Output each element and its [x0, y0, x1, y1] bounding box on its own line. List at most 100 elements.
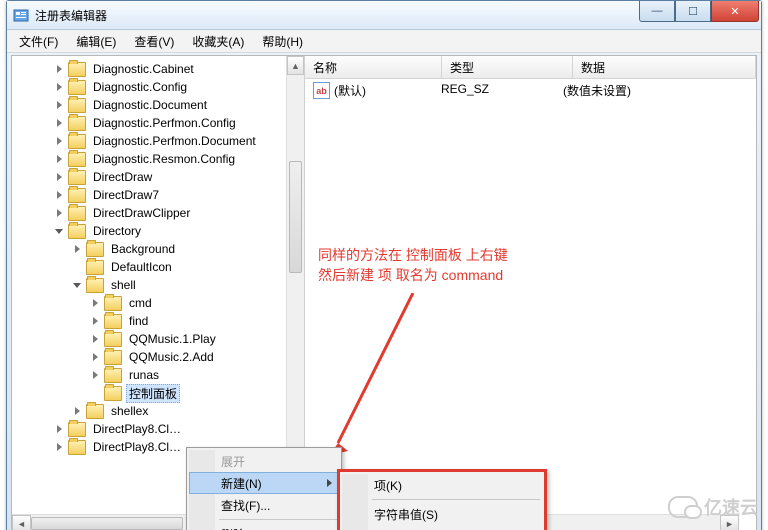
- tree-item[interactable]: DirectPlay8.Cl…: [12, 420, 304, 438]
- tree-label: QQMusic.2.Add: [126, 349, 217, 365]
- expand-toggle-icon[interactable]: [54, 172, 65, 183]
- tree-item[interactable]: 控制面板: [12, 384, 304, 402]
- tree-item[interactable]: DirectDraw7: [12, 186, 304, 204]
- watermark-icon: [668, 496, 698, 518]
- folder-icon: [68, 116, 86, 131]
- expand-toggle-icon[interactable]: [54, 100, 65, 111]
- value-data: (数值未设置): [555, 82, 756, 99]
- tree-label: Diagnostic.Perfmon.Config: [90, 115, 239, 131]
- tree-item[interactable]: Diagnostic.Config: [12, 78, 304, 96]
- scroll-left-icon[interactable]: ◄: [12, 515, 31, 530]
- tree-label: DirectDrawClipper: [90, 205, 193, 221]
- tree-label: QQMusic.1.Play: [126, 331, 219, 347]
- menu-help[interactable]: 帮助(H): [256, 31, 309, 52]
- folder-icon: [104, 386, 122, 401]
- tree-item[interactable]: Diagnostic.Document: [12, 96, 304, 114]
- tree-item[interactable]: Background: [12, 240, 304, 258]
- folder-icon: [104, 368, 122, 383]
- expand-toggle-icon[interactable]: [54, 82, 65, 93]
- minimize-button[interactable]: —: [639, 1, 675, 22]
- tree-item[interactable]: find: [12, 312, 304, 330]
- expand-toggle-icon[interactable]: [90, 316, 101, 327]
- app-icon: [13, 7, 29, 23]
- expand-toggle-icon[interactable]: [54, 118, 65, 129]
- submenu-string[interactable]: 字符串值(S): [342, 503, 542, 525]
- expand-toggle-icon[interactable]: [54, 424, 65, 435]
- tree-item[interactable]: QQMusic.1.Play: [12, 330, 304, 348]
- tree-item[interactable]: DirectDraw: [12, 168, 304, 186]
- menu-file[interactable]: 文件(F): [13, 31, 64, 52]
- tree-label: runas: [126, 367, 162, 383]
- folder-icon: [68, 98, 86, 113]
- expand-toggle-icon[interactable]: [72, 406, 83, 417]
- col-name[interactable]: 名称: [305, 56, 442, 78]
- menu-edit[interactable]: 编辑(E): [70, 31, 122, 52]
- tree-label: 控制面板: [126, 384, 180, 403]
- expand-toggle-icon[interactable]: [54, 208, 65, 219]
- expand-toggle-icon[interactable]: [54, 64, 65, 75]
- folder-icon: [68, 224, 86, 239]
- tree-label: Diagnostic.Cabinet: [90, 61, 197, 77]
- tree-item[interactable]: Directory: [12, 222, 304, 240]
- tree-item[interactable]: Diagnostic.Resmon.Config: [12, 150, 304, 168]
- expand-toggle-icon[interactable]: [54, 154, 65, 165]
- tree-item[interactable]: DirectDrawClipper: [12, 204, 304, 222]
- expand-toggle-icon[interactable]: [90, 334, 101, 345]
- tree-label: shellex: [108, 403, 151, 419]
- tree-label: DirectPlay8.Cl…: [90, 421, 184, 437]
- tree-item[interactable]: Diagnostic.Perfmon.Config: [12, 114, 304, 132]
- ctx-new[interactable]: 新建(N): [189, 472, 339, 494]
- scroll-up-icon[interactable]: ▲: [287, 56, 304, 75]
- tree-item[interactable]: shellex: [12, 402, 304, 420]
- list-row[interactable]: ab (默认) REG_SZ (数值未设置): [305, 79, 756, 102]
- context-menu: 展开 新建(N) 查找(F)... 删除(D) 重命名(R): [186, 447, 342, 530]
- spacer: [72, 262, 83, 273]
- folder-icon: [68, 440, 86, 455]
- ctx-expand[interactable]: 展开: [189, 450, 339, 472]
- tree-label: DirectPlay8.Cl…: [90, 439, 184, 455]
- submenu-key[interactable]: 项(K): [342, 474, 542, 496]
- scroll-thumb[interactable]: [31, 517, 183, 530]
- tree-label: shell: [108, 277, 139, 293]
- scroll-thumb[interactable]: [289, 161, 302, 273]
- folder-icon: [68, 62, 86, 77]
- tree-item[interactable]: cmd: [12, 294, 304, 312]
- expand-toggle-icon[interactable]: [54, 442, 65, 453]
- submenu-binary[interactable]: 二进制值(B): [342, 525, 542, 530]
- tree-item[interactable]: DefaultIcon: [12, 258, 304, 276]
- ctx-delete[interactable]: 删除(D): [189, 523, 339, 530]
- expand-toggle-icon[interactable]: [54, 190, 65, 201]
- folder-icon: [68, 188, 86, 203]
- folder-icon: [86, 260, 104, 275]
- tree-label: DirectDraw: [90, 169, 155, 185]
- menu-favorites[interactable]: 收藏夹(A): [186, 31, 250, 52]
- titlebar[interactable]: 注册表编辑器 — ☐ ✕: [7, 1, 761, 30]
- tree-item[interactable]: runas: [12, 366, 304, 384]
- maximize-button[interactable]: ☐: [675, 1, 711, 22]
- tree-label: cmd: [126, 295, 155, 311]
- folder-icon: [68, 206, 86, 221]
- close-button[interactable]: ✕: [711, 1, 759, 22]
- value-name: (默认): [334, 82, 366, 99]
- expand-toggle-icon[interactable]: [90, 352, 101, 363]
- expand-toggle-icon[interactable]: [72, 280, 83, 291]
- expand-toggle-icon[interactable]: [72, 244, 83, 255]
- list-header: 名称 类型 数据: [305, 56, 756, 79]
- col-data[interactable]: 数据: [573, 56, 756, 78]
- tree-label: Diagnostic.Document: [90, 97, 210, 113]
- expand-toggle-icon[interactable]: [90, 298, 101, 309]
- tree-item[interactable]: Diagnostic.Cabinet: [12, 60, 304, 78]
- expand-toggle-icon[interactable]: [54, 226, 65, 237]
- tree-item[interactable]: shell: [12, 276, 304, 294]
- tree-item[interactable]: QQMusic.2.Add: [12, 348, 304, 366]
- expand-toggle-icon[interactable]: [54, 136, 65, 147]
- col-type[interactable]: 类型: [442, 56, 573, 78]
- folder-icon: [86, 278, 104, 293]
- menu-view[interactable]: 查看(V): [128, 31, 180, 52]
- folder-icon: [104, 332, 122, 347]
- tree-label: Diagnostic.Perfmon.Document: [90, 133, 259, 149]
- ctx-find[interactable]: 查找(F)...: [189, 494, 339, 516]
- new-submenu: 项(K) 字符串值(S) 二进制值(B) DWORD (32-位)值(D): [337, 469, 547, 530]
- expand-toggle-icon[interactable]: [90, 370, 101, 381]
- tree-item[interactable]: Diagnostic.Perfmon.Document: [12, 132, 304, 150]
